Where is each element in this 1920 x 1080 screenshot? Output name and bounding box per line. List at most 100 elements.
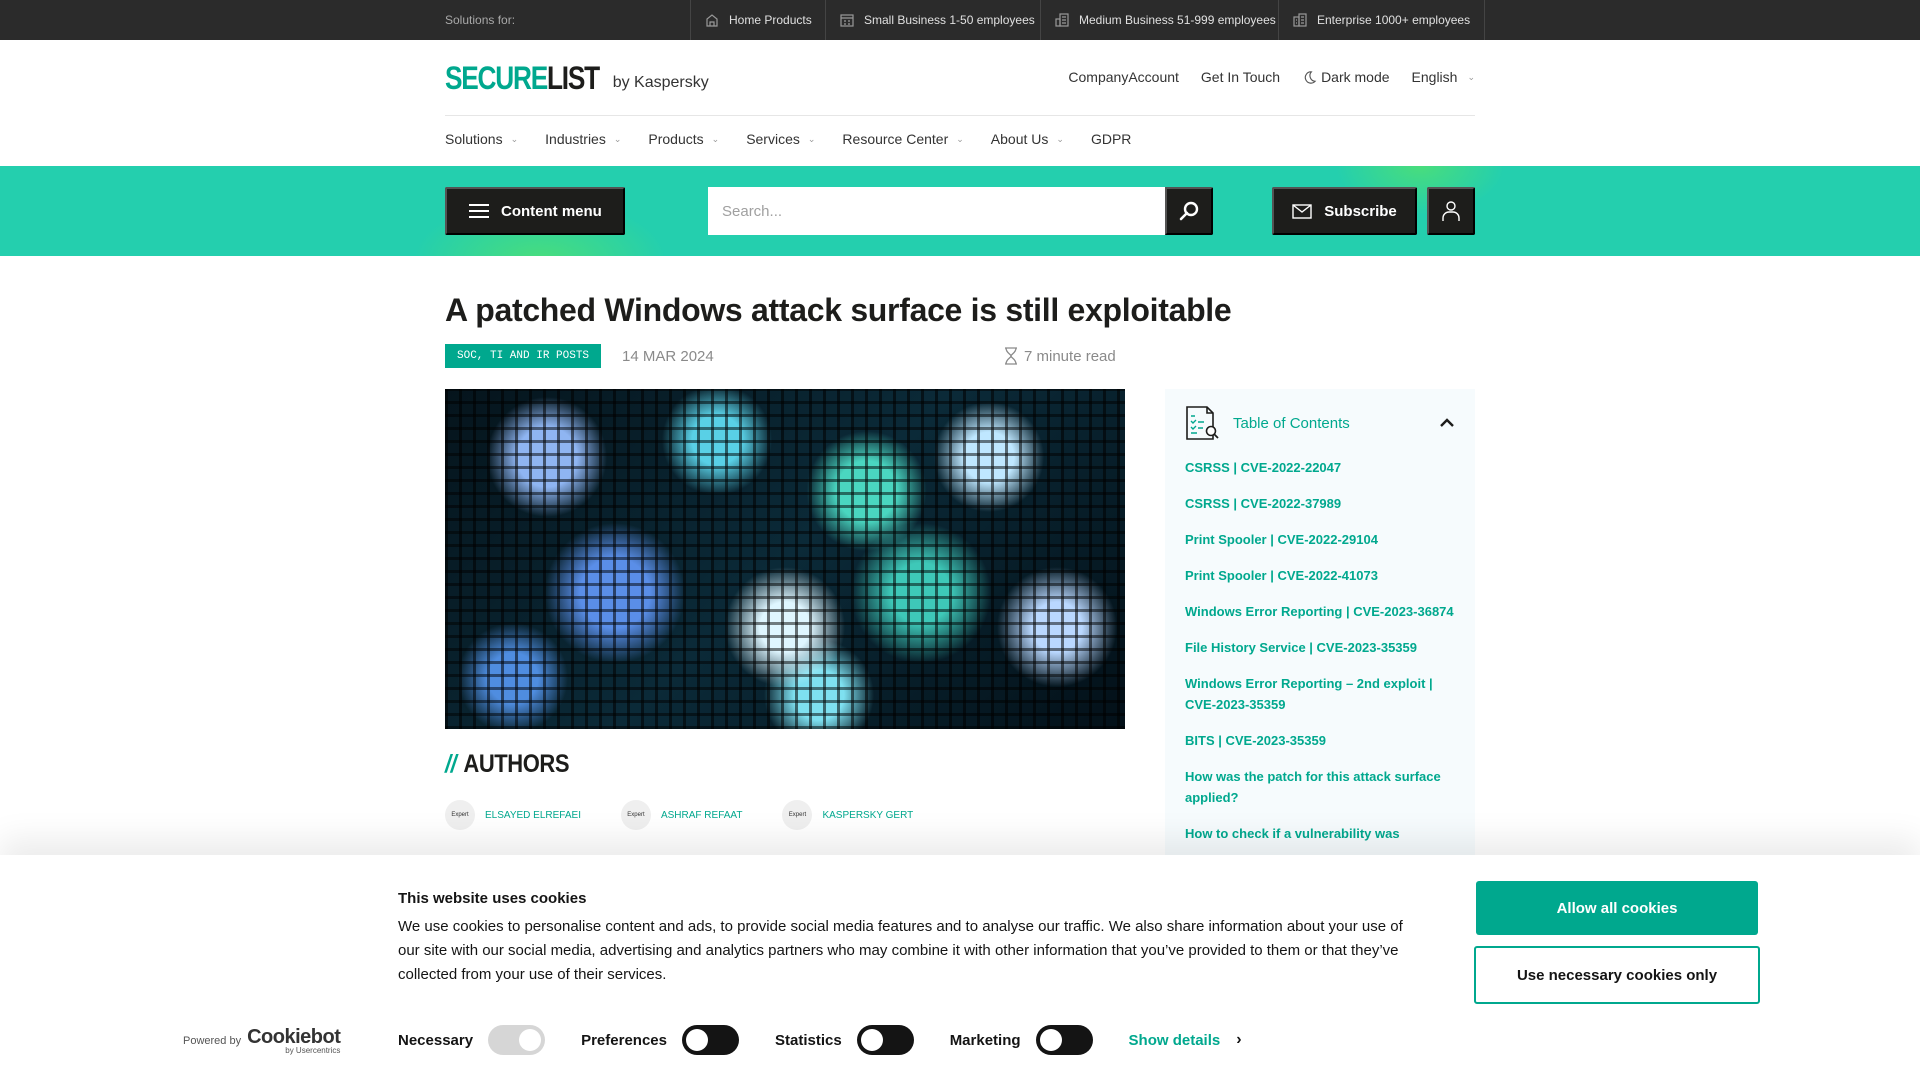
slash-decoration: // — [445, 750, 457, 778]
authors-heading-label: AUTHORS — [463, 750, 570, 778]
toggle-label: Preferences — [581, 1031, 667, 1049]
chevron-right-icon: › — [1236, 1031, 1242, 1048]
author-avatar: Expert — [620, 800, 651, 830]
toggle-marketing[interactable]: Marketing — [950, 1025, 1093, 1055]
search-input[interactable] — [722, 202, 1165, 220]
subscribe-label: Subscribe — [1324, 202, 1397, 220]
article-title: A patched Windows attack surface is stil… — [445, 292, 1232, 328]
chevron-down-icon: ⌄ — [807, 133, 816, 144]
subscribe-button[interactable]: Subscribe — [1272, 187, 1417, 235]
nav-services[interactable]: Services ⌄ — [746, 131, 815, 147]
nav-about-us[interactable]: About Us ⌄ — [991, 131, 1064, 147]
read-time: 7 minute read — [1004, 347, 1116, 365]
author-item[interactable]: Expert KASPERSKY GERT — [782, 800, 913, 830]
preferences-switch[interactable] — [681, 1025, 739, 1055]
nav-solutions[interactable]: Solutions ⌄ — [445, 131, 518, 147]
search-button[interactable] — [1165, 187, 1213, 235]
main-nav: Solutions ⌄ Industries ⌄ Products ⌄ Service… — [445, 131, 1131, 147]
author-item[interactable]: Expert ASHRAF REFAAT — [620, 800, 742, 830]
cookie-banner: This website uses cookies We use cookies… — [0, 855, 1920, 1080]
necessary-switch — [488, 1025, 546, 1055]
consent-toggles: Necessary Preferences Statistics Marketi… — [398, 1025, 1242, 1055]
small-business-icon — [840, 14, 854, 27]
toc-item[interactable]: CSRSS | CVE-2022-37989 — [1185, 493, 1455, 514]
toggle-preferences[interactable]: Preferences — [581, 1025, 739, 1055]
author-avatar: Expert — [782, 800, 813, 830]
topbar-item-label: Small Business 1-50 employees — [864, 13, 1035, 27]
language-label: English — [1411, 69, 1458, 85]
logo-wordmark: SECURELIST — [445, 60, 600, 96]
document-search-icon — [1186, 406, 1219, 440]
cookiebot-logo[interactable]: Powered by Cookiebot by Usercentrics — [183, 1026, 341, 1055]
medium-business-icon — [1055, 13, 1069, 27]
table-of-contents: Table of Contents CSRSS | CVE-2022-22047… — [1165, 389, 1475, 869]
language-selector[interactable]: English ⌄ — [1412, 69, 1475, 85]
chevron-up-icon[interactable] — [1439, 418, 1455, 428]
header-divider — [445, 115, 1475, 116]
author-avatar: Expert — [445, 800, 475, 830]
publish-date: 14 MAR 2024 — [622, 348, 714, 365]
authors-heading: // AUTHORS — [445, 750, 570, 779]
solutions-topbar: Solutions for: Home Products Small Busin… — [0, 0, 1920, 40]
toc-title: Table of Contents — [1233, 414, 1350, 432]
topbar-item-label: Enterprise 1000+ employees — [1317, 13, 1471, 27]
toggle-label: Statistics — [774, 1031, 842, 1049]
cookiebot-brand: Cookiebot — [247, 1026, 341, 1048]
securelist-logo[interactable]: SECURELIST by Kaspersky — [445, 62, 709, 94]
cookie-title: This website uses cookies — [398, 890, 587, 907]
chevron-down-icon: ⌄ — [956, 133, 964, 144]
allow-all-cookies-button[interactable]: Allow all cookies — [1476, 881, 1758, 935]
chevron-down-icon: ⌄ — [510, 133, 519, 144]
powered-by-label: Powered by — [183, 1035, 242, 1047]
chevron-down-icon: ⌄ — [613, 133, 622, 144]
nav-products[interactable]: Products ⌄ — [648, 131, 719, 147]
show-details-label: Show details — [1128, 1031, 1221, 1049]
toc-list: CSRSS | CVE-2022-22047 CSRSS | CVE-2022-… — [1185, 457, 1455, 844]
toc-item[interactable]: Windows Error Reporting – 2nd exploit | … — [1185, 673, 1455, 715]
topbar-small-business[interactable]: Small Business 1-50 employees — [825, 0, 1049, 40]
chevron-down-icon: ⌄ — [711, 133, 720, 144]
dark-mode-label: Dark mode — [1321, 69, 1390, 85]
search-box — [708, 187, 1165, 235]
toc-item[interactable]: BITS | CVE-2023-35359 — [1185, 730, 1455, 751]
user-account-button[interactable] — [1427, 187, 1475, 235]
chevron-down-icon: ⌄ — [1056, 133, 1064, 144]
toggle-label: Necessary — [398, 1031, 474, 1049]
company-account-link[interactable]: CompanyAccount — [1068, 69, 1179, 85]
dark-mode-toggle[interactable]: Dark mode — [1302, 69, 1390, 85]
get-in-touch-link[interactable]: Get In Touch — [1201, 69, 1280, 85]
author-name: ELSAYED ELREFAEI — [485, 809, 581, 821]
cookie-description: We use cookies to personalise content an… — [398, 918, 1403, 983]
toc-item[interactable]: File History Service | CVE-2023-35359 — [1185, 637, 1455, 658]
search-icon — [1179, 201, 1199, 221]
nav-industries[interactable]: Industries ⌄ — [545, 131, 621, 147]
toc-item[interactable]: Print Spooler | CVE-2022-41073 — [1185, 565, 1455, 586]
toc-item[interactable]: Windows Error Reporting | CVE-2023-36874 — [1185, 601, 1455, 622]
chevron-down-icon: ⌄ — [1467, 71, 1475, 82]
content-menu-button[interactable]: Content menu — [445, 187, 625, 235]
topbar-home-products[interactable]: Home Products — [690, 0, 826, 40]
toggle-label: Marketing — [949, 1031, 1021, 1049]
statistics-switch[interactable] — [856, 1025, 914, 1055]
marketing-switch[interactable] — [1035, 1025, 1093, 1055]
toggle-statistics[interactable]: Statistics — [775, 1025, 914, 1055]
topbar-medium-business[interactable]: Medium Business 51-999 employees — [1040, 0, 1290, 40]
topbar-item-label: Home Products — [729, 13, 812, 27]
hamburger-icon — [469, 204, 489, 218]
toc-item[interactable]: How to check if a vulnerability was — [1185, 823, 1455, 844]
nav-gdpr[interactable]: GDPR — [1091, 131, 1131, 147]
home-icon — [706, 14, 718, 27]
nav-resource-center[interactable]: Resource Center ⌄ — [842, 131, 963, 147]
toc-item[interactable]: CSRSS | CVE-2022-22047 — [1185, 457, 1455, 478]
necessary-cookies-only-button[interactable]: Use necessary cookies only — [1474, 946, 1760, 1004]
toc-item[interactable]: How was the patch for this attack surfac… — [1185, 766, 1455, 808]
envelope-icon — [1292, 203, 1312, 219]
show-details-link[interactable]: Show details › — [1129, 1031, 1242, 1049]
topbar-enterprise[interactable]: Enterprise 1000+ employees — [1278, 0, 1486, 40]
toc-header[interactable]: Table of Contents — [1185, 399, 1455, 447]
category-tag[interactable]: SOC, TI AND IR POSTS — [445, 344, 602, 368]
author-item[interactable]: Expert ELSAYED ELREFAEI — [445, 800, 581, 830]
authors-list: Expert ELSAYED ELREFAEI Expert ASHRAF RE… — [445, 800, 913, 830]
read-time-label: 7 minute read — [1024, 347, 1116, 365]
toc-item[interactable]: Print Spooler | CVE-2022-29104 — [1185, 529, 1455, 550]
